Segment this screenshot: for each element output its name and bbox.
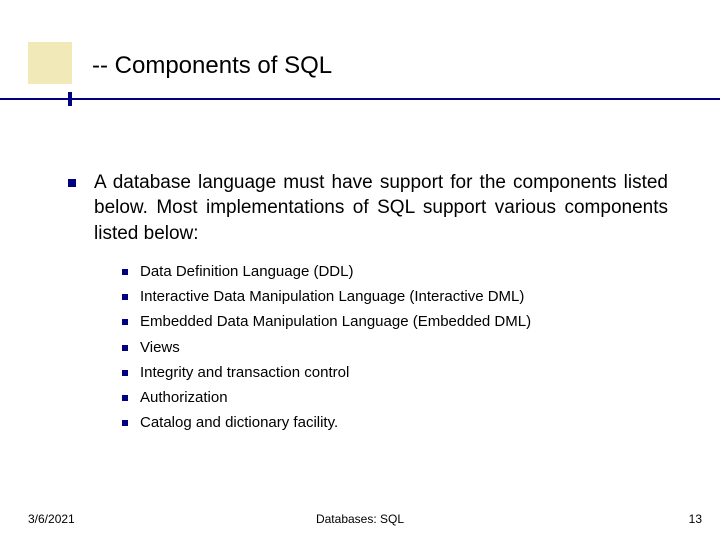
bullet-level2: Data Definition Language (DDL)	[122, 262, 668, 282]
slide: -- Components of SQL A database language…	[0, 0, 720, 540]
footer-center: Databases: SQL	[0, 512, 720, 526]
square-bullet-icon	[122, 395, 128, 401]
slide-title: -- Components of SQL	[92, 52, 652, 80]
title-underline-tick	[68, 92, 72, 106]
bullet-level2-text: Views	[140, 338, 180, 358]
bullet-level2-text: Embedded Data Manipulation Language (Emb…	[140, 312, 531, 332]
bullet-level1-text: A database language must have support fo…	[94, 170, 668, 246]
sub-bullet-list: Data Definition Language (DDL) Interacti…	[122, 262, 668, 434]
slide-footer: 3/6/2021 Databases: SQL 13	[0, 512, 720, 526]
square-bullet-icon	[122, 370, 128, 376]
title-underline	[0, 98, 720, 100]
square-bullet-icon	[122, 420, 128, 426]
square-bullet-icon	[68, 179, 76, 187]
bullet-level1: A database language must have support fo…	[68, 170, 668, 246]
square-bullet-icon	[122, 294, 128, 300]
square-bullet-icon	[122, 269, 128, 275]
bullet-level2: Integrity and transaction control	[122, 363, 668, 383]
bullet-level2: Catalog and dictionary facility.	[122, 413, 668, 433]
bullet-level2-text: Authorization	[140, 388, 228, 408]
square-bullet-icon	[122, 345, 128, 351]
bullet-level2: Views	[122, 338, 668, 358]
title-area: -- Components of SQL	[92, 52, 652, 80]
bullet-level2-text: Data Definition Language (DDL)	[140, 262, 353, 282]
bullet-level2: Authorization	[122, 388, 668, 408]
bullet-level2: Interactive Data Manipulation Language (…	[122, 287, 668, 307]
bullet-level2-text: Catalog and dictionary facility.	[140, 413, 338, 433]
bullet-level2: Embedded Data Manipulation Language (Emb…	[122, 312, 668, 332]
square-bullet-icon	[122, 319, 128, 325]
bullet-level2-text: Integrity and transaction control	[140, 363, 349, 383]
body-content: A database language must have support fo…	[68, 170, 668, 439]
title-accent-block	[28, 42, 72, 84]
bullet-level2-text: Interactive Data Manipulation Language (…	[140, 287, 524, 307]
